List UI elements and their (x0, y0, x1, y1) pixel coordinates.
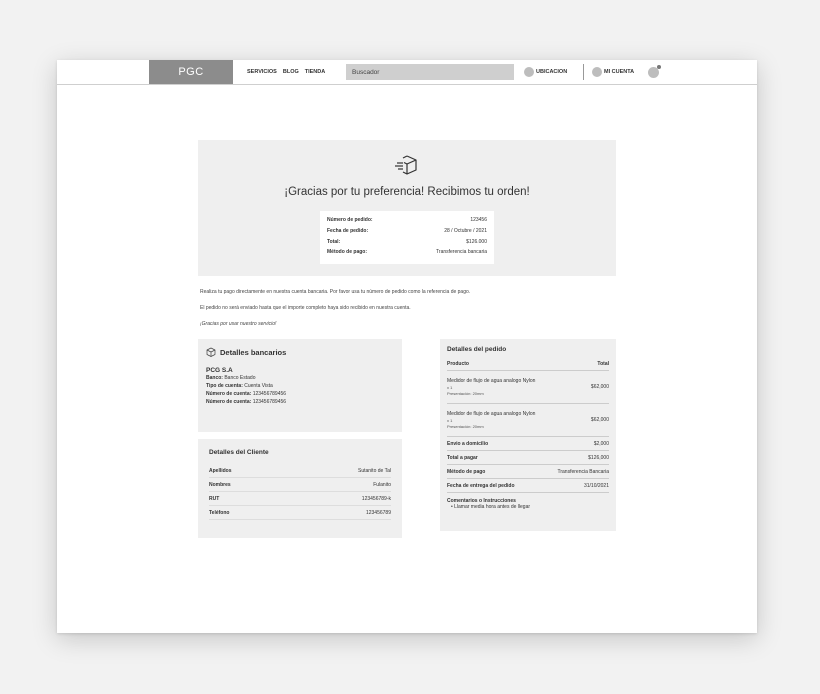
thank-you-title: ¡Gracias por tu preferencia! Recibimos t… (284, 186, 530, 198)
order-comments: Comentarios o Instrucciones • Llamar med… (447, 493, 609, 510)
cart-badge (657, 65, 661, 69)
bank-line: Número de cuenta: 123456789456 (206, 398, 394, 406)
summary-value: 123456 (470, 217, 487, 223)
summary-value: 28 / Octubre / 2021 (444, 227, 487, 234)
bank-line-value: Banco Estado (224, 375, 256, 381)
bank-account-holder: PCG S.A (206, 367, 233, 374)
table-row: Nombres Fulanito (209, 478, 391, 492)
order-item: Medidor de flujo de agua analogo Nylon x… (447, 404, 609, 437)
nav-link-tienda[interactable]: TIENDA (305, 69, 325, 75)
order-details-card: Detalles del pedido Producto Total Medid… (440, 339, 616, 531)
bank-line-value: 123456789456 (252, 399, 287, 405)
client-field-label: Apellidos (209, 468, 232, 474)
package-icon (206, 347, 216, 357)
order-details-title: Detalles del pedido (447, 346, 507, 353)
order-summary: Número de pedido: 123456 Fecha de pedido:… (320, 211, 494, 264)
summary-label: Número de pedido: (327, 217, 373, 223)
order-row-label: Envio a domicilio (447, 441, 489, 447)
column-header-product: Producto (447, 361, 469, 367)
site-logo[interactable]: PGC (149, 60, 233, 84)
client-details-table: Apellidos Sutanito de Tal Nombres Fulanito… (199, 464, 401, 537)
order-item-info: Medidor de flujo de agua analogo Nylon x… (447, 378, 535, 397)
table-row: Apellidos Sutanito de Tal (209, 464, 391, 478)
location-button[interactable]: UBICACION (524, 64, 567, 80)
summary-label: Total: (327, 238, 341, 245)
order-item-name: Medidor de flujo de agua analogo Nylon (447, 377, 536, 384)
order-row-value: 31/10/2021 (583, 483, 609, 489)
browser-page: PGC SERVICIOS BLOG TIENDA UBICACION MI C… (57, 60, 757, 633)
order-item-price: $62,000 (590, 417, 609, 423)
order-item-name: Medidor de flujo de agua analogo Nylon (447, 410, 536, 417)
account-icon (592, 67, 602, 77)
bank-details-header: Detalles bancarios (206, 347, 394, 357)
bank-line-value: Cuenta Vista (244, 383, 273, 389)
client-field-value: 123456789-k (361, 496, 391, 502)
summary-label: Fecha de pedido: (327, 227, 369, 234)
order-summary-row: Total a pagar $126,000 (447, 451, 609, 465)
table-row: Teléfono 123456789 (209, 506, 391, 520)
client-field-label: RUT (209, 496, 220, 502)
bank-line: Tipo de cuenta: Cuenta Vista (206, 382, 394, 390)
table-row: RUT 123456789-k (209, 492, 391, 506)
summary-row: Número de pedido: 123456 (327, 215, 487, 226)
order-summary-row: Método de pago Transferencia Bancaria (447, 465, 609, 479)
order-row-value: $2,000 (593, 441, 609, 447)
summary-value: $126.000 (466, 238, 487, 245)
order-summary-row: Fecha de entrega del pedido 31/10/2021 (447, 479, 609, 493)
order-item-info: Medidor de flujo de agua analogo Nylon x… (447, 411, 535, 430)
thank-you-banner: ¡Gracias por tu preferencia! Recibimos t… (198, 140, 616, 276)
client-field-value: 123456789 (365, 510, 391, 516)
order-row-value: $126,000 (588, 455, 609, 461)
location-label: UBICACION (536, 69, 568, 75)
account-label: MI CUENTA (604, 69, 635, 75)
instruction-text: Realiza tu pago directamente en nuestra … (200, 289, 471, 295)
search-input[interactable] (346, 64, 514, 80)
nav-link-blog[interactable]: BLOG (283, 69, 299, 75)
client-field-label: Teléfono (209, 510, 230, 516)
column-header-total: Total (597, 361, 609, 367)
client-field-value: Sutanito de Tal (358, 468, 391, 474)
order-summary-row: Envio a domicilio $2,000 (447, 437, 609, 451)
location-icon (524, 67, 534, 77)
client-details-card: Detalles del Cliente Apellidos Sutanito d… (198, 439, 402, 538)
order-row-label: Fecha de entrega del pedido (447, 483, 515, 489)
order-row-value: Transferencia Bancaria (557, 469, 609, 475)
nav-links: SERVICIOS BLOG TIENDA (247, 60, 325, 84)
client-details-title: Detalles del Cliente (199, 440, 401, 464)
bank-line-value: 123456789456 (252, 391, 287, 397)
summary-row: Método de pago: Transferencia bancaria (327, 247, 487, 258)
nav-divider (583, 64, 584, 80)
bank-line: Banco: Banco Estado (206, 374, 394, 382)
order-item: Medidor de flujo de agua analogo Nylon x… (447, 371, 609, 404)
payment-instructions: Realiza tu pago directamente en nuestra … (200, 284, 620, 332)
package-delivery-icon (395, 155, 417, 175)
bank-line-label: Tipo de cuenta: (206, 383, 243, 389)
client-field-label: Nombres (209, 482, 231, 488)
summary-value: Transferencia bancaria (436, 249, 487, 256)
order-row-label: Total a pagar (447, 455, 478, 461)
order-table-header: Producto Total (447, 361, 609, 371)
nav-link-servicios[interactable]: SERVICIOS (247, 69, 277, 75)
cart-icon[interactable] (648, 65, 661, 78)
bank-line: Número de cuenta: 123456789456 (206, 390, 394, 398)
order-item-presentation: Presentación: 20mm (447, 390, 484, 396)
order-item-presentation: Presentación: 20mm (447, 423, 484, 429)
thanks-text: ¡Gracias por usar nuestro servicio! (200, 321, 277, 327)
instruction-text: El pedido no será enviado hasta que el i… (200, 305, 411, 311)
comments-text: • Llamar media hora antes de llegar (451, 504, 531, 510)
client-field-value: Fulanito (373, 482, 391, 488)
summary-row: Fecha de pedido: 28 / Octubre / 2021 (327, 226, 487, 237)
bank-line-label: Banco: (206, 375, 223, 381)
summary-label: Método de pago: (327, 249, 367, 256)
bank-line-label: Número de cuenta: (206, 399, 252, 405)
order-item-price: $62,000 (590, 384, 609, 390)
order-row-label: Método de pago (447, 469, 486, 475)
top-navbar: PGC SERVICIOS BLOG TIENDA UBICACION MI C… (57, 60, 757, 85)
account-button[interactable]: MI CUENTA (592, 64, 634, 80)
bank-line-label: Número de cuenta: (206, 391, 252, 397)
summary-row: Total: $126.000 (327, 237, 487, 248)
bank-details-card: Detalles bancarios PCG S.A Banco: Banco … (198, 339, 402, 432)
bank-details-title: Detalles bancarios (220, 347, 287, 357)
